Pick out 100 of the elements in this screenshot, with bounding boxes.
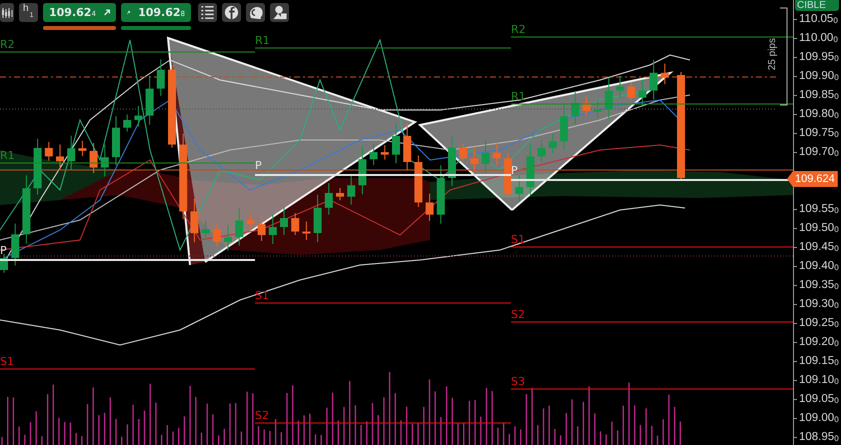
pivot-label: R1 xyxy=(511,91,526,103)
price-axis-label: 108.95$_{0}$ xyxy=(794,428,841,445)
candle xyxy=(370,143,378,166)
candle xyxy=(22,174,30,244)
price-axis-label: 109.25$_{0}$ xyxy=(794,314,841,333)
candle xyxy=(78,140,86,157)
candle xyxy=(146,75,154,126)
candle xyxy=(604,77,613,120)
candle xyxy=(594,100,602,118)
pivot-label: S1 xyxy=(511,234,525,246)
pivot-label: S1 xyxy=(255,290,269,302)
pivot-label: R1 xyxy=(0,150,15,162)
price-axis-label: 109.40$_{0}$ xyxy=(794,257,841,276)
candle xyxy=(314,194,322,243)
candle xyxy=(56,144,64,170)
pivot-label: R1 xyxy=(255,35,270,47)
candle xyxy=(504,152,512,198)
candle xyxy=(190,198,198,243)
candle xyxy=(627,82,636,102)
arrow-up-right-icon xyxy=(104,8,110,17)
share-button[interactable] xyxy=(222,3,241,22)
candle xyxy=(291,212,300,236)
candle xyxy=(660,63,669,85)
candle xyxy=(638,79,646,106)
price-axis-label: 109.00$_{0}$ xyxy=(794,409,841,428)
price-axis-label: 109.50$_{0}$ xyxy=(794,219,841,238)
candle xyxy=(616,75,624,99)
candle xyxy=(403,123,412,171)
shapes-icon xyxy=(271,4,288,21)
candle xyxy=(67,135,76,171)
candle xyxy=(134,105,142,128)
candle xyxy=(100,144,109,177)
pivot-label: S1 xyxy=(0,356,14,368)
price-axis-label: 109.55$_{0}$ xyxy=(794,200,841,219)
current-price-tag: 109.624 xyxy=(787,171,838,187)
price-axis-label: 109.05$_{0}$ xyxy=(794,390,841,409)
candle xyxy=(492,142,501,166)
candles-icon xyxy=(2,6,12,18)
candle xyxy=(515,174,524,203)
candle xyxy=(426,193,434,222)
candle xyxy=(34,138,42,196)
price-axis-label: 109.85$_{0}$ xyxy=(794,86,841,105)
pivot-label: S2 xyxy=(511,309,525,321)
price-axis-label: 109.70$_{0}$ xyxy=(794,143,841,162)
candle xyxy=(336,187,344,201)
candle xyxy=(11,223,20,266)
candle xyxy=(268,214,277,244)
price-axis-label: 109.95$_{0}$ xyxy=(794,48,841,67)
candle xyxy=(112,116,120,166)
chart-type-button[interactable] xyxy=(0,3,14,22)
candle xyxy=(324,182,333,216)
price-axis-label: 109.45$_{0}$ xyxy=(794,238,841,257)
candle xyxy=(0,254,8,274)
target-label: CIBLE xyxy=(795,0,839,11)
candle xyxy=(538,140,546,162)
sentiment-button[interactable] xyxy=(246,3,265,22)
candle xyxy=(414,155,422,208)
drawing-button[interactable] xyxy=(270,3,289,22)
candle xyxy=(482,139,490,174)
candle xyxy=(235,208,244,246)
price-axis-label: 109.75$_{0}$ xyxy=(794,124,841,143)
checklist-icon xyxy=(199,4,216,21)
price-axis-label: 109.15$_{0}$ xyxy=(794,352,841,371)
price-axis-label: 109.20$_{0}$ xyxy=(794,333,841,352)
head-icon xyxy=(247,4,264,21)
pivot-label: P xyxy=(255,160,262,172)
price-axis-label: 109.30$_{0}$ xyxy=(794,295,841,314)
candle xyxy=(526,143,534,196)
candle xyxy=(123,114,132,132)
candle xyxy=(459,142,468,162)
candle xyxy=(392,123,400,164)
buy-bar xyxy=(121,26,191,30)
candle xyxy=(582,96,590,116)
candle xyxy=(560,103,568,150)
candle xyxy=(202,220,210,240)
candle xyxy=(212,222,221,248)
facebook-icon xyxy=(223,4,240,21)
candle xyxy=(224,224,232,251)
candle xyxy=(347,173,356,206)
list-button[interactable] xyxy=(198,3,217,22)
price-axis-label: 109.80$_{0}$ xyxy=(794,105,841,124)
pivot-label: S2 xyxy=(255,410,269,422)
price-axis-label: 109.90$_{0}$ xyxy=(794,67,841,86)
measure-label: 25 pips xyxy=(767,38,779,70)
candle xyxy=(448,136,456,186)
candle xyxy=(571,90,580,126)
pivot-label: R2 xyxy=(0,39,15,51)
candle xyxy=(358,146,366,195)
candle xyxy=(246,212,254,230)
price-axis-label: 110.00$_{0}$ xyxy=(794,29,841,48)
candle xyxy=(280,206,288,236)
price-axis-label: 109.10$_{0}$ xyxy=(794,371,841,390)
candle xyxy=(44,141,53,162)
candle xyxy=(380,144,389,160)
candle xyxy=(548,133,557,154)
candle xyxy=(258,215,266,242)
pivot-label: S3 xyxy=(511,376,525,388)
pivot-label: R2 xyxy=(511,24,526,36)
price-axis-label: 109.35$_{0}$ xyxy=(794,276,841,295)
candle xyxy=(302,221,310,241)
